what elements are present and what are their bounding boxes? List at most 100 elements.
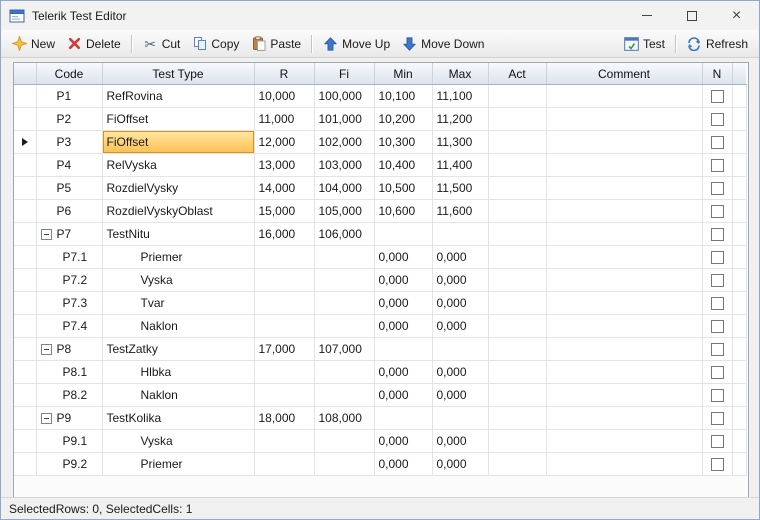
max-cell[interactable]: 0,000 [432, 245, 489, 269]
check-cell[interactable] [702, 291, 733, 315]
check-cell[interactable] [702, 176, 733, 200]
code-cell[interactable]: P3 [36, 130, 103, 154]
comment-cell[interactable] [546, 107, 703, 131]
fi-cell[interactable] [314, 429, 375, 453]
row-indicator-cell[interactable] [14, 176, 37, 200]
check-cell[interactable] [702, 153, 733, 177]
header-act[interactable]: Act [488, 63, 547, 85]
row-checkbox[interactable] [710, 205, 724, 219]
check-cell[interactable] [702, 107, 733, 131]
minimize-button[interactable] [624, 1, 669, 30]
act-cell[interactable] [488, 130, 547, 154]
header-r[interactable]: R [254, 63, 315, 85]
comment-cell[interactable] [546, 130, 703, 154]
comment-cell[interactable] [546, 383, 703, 407]
comment-cell[interactable] [546, 291, 703, 315]
row-checkbox[interactable] [710, 90, 724, 104]
row-indicator-cell[interactable] [14, 199, 37, 223]
row-checkbox[interactable] [710, 251, 724, 265]
min-cell[interactable]: 0,000 [374, 268, 433, 292]
collapse-icon[interactable] [40, 344, 52, 356]
move-up-button[interactable]: Move Up [317, 33, 396, 54]
header-max[interactable]: Max [432, 63, 489, 85]
test-type-cell[interactable]: RozdielVysky [102, 176, 255, 200]
check-cell[interactable] [702, 314, 733, 338]
test-type-cell[interactable]: Tvar [102, 291, 255, 315]
check-cell[interactable] [702, 452, 733, 476]
act-cell[interactable] [488, 268, 547, 292]
close-button[interactable]: × [714, 1, 759, 30]
test-type-cell[interactable]: Priemer [102, 245, 255, 269]
test-type-cell[interactable]: RozdielVyskyOblast [102, 199, 255, 223]
code-cell[interactable]: P7.4 [36, 314, 103, 338]
row-checkbox[interactable] [710, 435, 724, 449]
fi-cell[interactable]: 101,000 [314, 107, 375, 131]
r-cell[interactable]: 18,000 [254, 406, 315, 430]
r-cell[interactable]: 16,000 [254, 222, 315, 246]
min-cell[interactable]: 0,000 [374, 452, 433, 476]
row-indicator-cell[interactable] [14, 429, 37, 453]
row-checkbox[interactable] [710, 159, 724, 173]
fi-cell[interactable] [314, 291, 375, 315]
code-cell[interactable]: P8.1 [36, 360, 103, 384]
fi-cell[interactable] [314, 360, 375, 384]
code-cell[interactable]: P9.1 [36, 429, 103, 453]
fi-cell[interactable]: 108,000 [314, 406, 375, 430]
collapse-icon[interactable] [40, 413, 52, 425]
act-cell[interactable] [488, 176, 547, 200]
check-cell[interactable] [702, 222, 733, 246]
header-code[interactable]: Code [36, 63, 103, 85]
code-cell[interactable]: P9.2 [36, 452, 103, 476]
move-down-button[interactable]: Move Down [396, 33, 490, 54]
test-type-cell[interactable]: Priemer [102, 452, 255, 476]
test-type-cell[interactable]: Hlbka [102, 360, 255, 384]
comment-cell[interactable] [546, 268, 703, 292]
r-cell[interactable] [254, 429, 315, 453]
max-cell[interactable]: 11,400 [432, 153, 489, 177]
r-cell[interactable] [254, 452, 315, 476]
row-checkbox[interactable] [710, 297, 724, 311]
row-indicator-cell[interactable] [14, 107, 37, 131]
max-cell[interactable]: 0,000 [432, 360, 489, 384]
min-cell[interactable]: 10,100 [374, 84, 433, 108]
test-type-cell[interactable]: Naklon [102, 383, 255, 407]
act-cell[interactable] [488, 406, 547, 430]
r-cell[interactable]: 17,000 [254, 337, 315, 361]
paste-button[interactable]: Paste [245, 33, 307, 54]
check-cell[interactable] [702, 199, 733, 223]
max-cell[interactable]: 0,000 [432, 383, 489, 407]
max-cell[interactable] [432, 337, 489, 361]
test-type-cell[interactable]: TestNitu [102, 222, 255, 246]
header-n[interactable]: N [702, 63, 733, 85]
max-cell[interactable] [432, 222, 489, 246]
row-checkbox[interactable] [710, 136, 724, 150]
row-checkbox[interactable] [710, 274, 724, 288]
comment-cell[interactable] [546, 406, 703, 430]
check-cell[interactable] [702, 84, 733, 108]
max-cell[interactable]: 0,000 [432, 268, 489, 292]
r-cell[interactable]: 11,000 [254, 107, 315, 131]
min-cell[interactable] [374, 222, 433, 246]
check-cell[interactable] [702, 429, 733, 453]
fi-cell[interactable] [314, 268, 375, 292]
test-type-cell[interactable]: TestKolika [102, 406, 255, 430]
collapse-icon[interactable] [40, 229, 52, 241]
r-cell[interactable] [254, 245, 315, 269]
max-cell[interactable]: 11,200 [432, 107, 489, 131]
comment-cell[interactable] [546, 222, 703, 246]
min-cell[interactable]: 0,000 [374, 429, 433, 453]
comment-cell[interactable] [546, 429, 703, 453]
comment-cell[interactable] [546, 337, 703, 361]
fi-cell[interactable]: 100,000 [314, 84, 375, 108]
header-comment[interactable]: Comment [546, 63, 703, 85]
code-cell[interactable]: P5 [36, 176, 103, 200]
check-cell[interactable] [702, 360, 733, 384]
fi-cell[interactable] [314, 314, 375, 338]
delete-button[interactable]: Delete [61, 33, 127, 54]
header-fi[interactable]: Fi [314, 63, 375, 85]
row-indicator-cell[interactable] [14, 222, 37, 246]
min-cell[interactable]: 0,000 [374, 383, 433, 407]
r-cell[interactable]: 13,000 [254, 153, 315, 177]
row-checkbox[interactable] [710, 389, 724, 403]
row-indicator-cell[interactable] [14, 337, 37, 361]
